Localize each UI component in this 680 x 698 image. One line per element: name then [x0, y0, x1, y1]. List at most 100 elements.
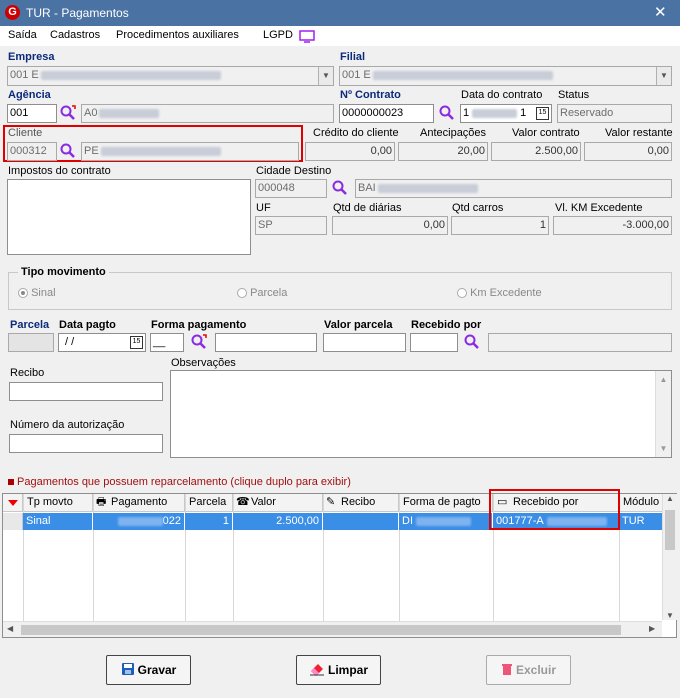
scroll-right-icon[interactable]: ▶	[649, 624, 655, 633]
radio-icon	[237, 288, 247, 299]
blurred-text	[472, 108, 518, 118]
data-contrato-label: Data do contrato	[461, 89, 543, 101]
recebido-por-label: Recebido por	[411, 319, 482, 331]
filial-select[interactable]: 001 E ▼	[339, 66, 672, 86]
cell-parcela: 1	[185, 513, 233, 530]
scroll-down-icon[interactable]: ▼	[656, 440, 671, 457]
search-icon[interactable]	[464, 334, 480, 350]
scroll-thumb[interactable]	[21, 625, 621, 635]
calendar-icon[interactable]: 15	[536, 107, 549, 120]
receipt-icon: ✎	[326, 496, 336, 508]
printer-icon: 🖶	[96, 496, 107, 508]
valor-restante-field: 0,00	[584, 142, 672, 161]
filial-label: Filial	[340, 51, 366, 63]
limpar-button[interactable]: Limpar	[296, 655, 381, 685]
col-tp-movto[interactable]: Tp movto	[23, 494, 93, 512]
data-pagto-field[interactable]: / / 15	[58, 333, 146, 352]
forma-pagamento-code[interactable]: __	[150, 333, 184, 352]
cliente-label: Cliente	[8, 127, 43, 139]
col-recibo-label: Recibo	[341, 496, 376, 508]
impostos-list[interactable]	[7, 179, 251, 255]
row-indicator[interactable]	[3, 513, 23, 530]
col-forma-pagto[interactable]: Forma de pagto	[399, 494, 493, 512]
radio-sinal[interactable]: Sinal	[18, 287, 56, 299]
data-contrato-value: 1	[463, 107, 470, 119]
search-icon[interactable]	[191, 334, 207, 350]
recebido-por-code[interactable]	[410, 333, 458, 352]
chevron-down-icon[interactable]: ▼	[656, 67, 671, 85]
observacoes-field[interactable]: ▲ ▼	[170, 370, 672, 458]
agencia-name-field: A0	[81, 104, 334, 123]
table-hscroll[interactable]: ◀ ▶	[3, 621, 662, 637]
data-contrato-suffix: 1	[520, 107, 527, 119]
col-valor[interactable]: ☎ Valor	[233, 494, 323, 512]
menu-lgpd[interactable]: LGPD	[263, 29, 293, 41]
recebido-por-name	[488, 333, 672, 352]
radio-parcela[interactable]: Parcela	[237, 287, 287, 299]
credito-field: 0,00	[305, 142, 395, 161]
radio-sinal-label: Sinal	[31, 287, 56, 299]
menu-procedimentos[interactable]: Procedimentos auxiliares	[116, 29, 239, 41]
qtd-carros-field: 1	[451, 216, 549, 235]
uf-field: SP	[255, 216, 327, 235]
scroll-left-icon[interactable]: ◀	[7, 624, 13, 633]
scroll-thumb[interactable]	[665, 510, 675, 550]
col-recibo[interactable]: ✎ Recibo	[323, 494, 399, 512]
monitor-icon[interactable]	[299, 30, 315, 43]
menu-saida[interactable]: Saída	[8, 29, 37, 41]
col-parcela[interactable]: Parcela	[185, 494, 233, 512]
gravar-label: Gravar	[137, 663, 177, 677]
scroll-down-icon[interactable]: ▼	[663, 611, 677, 620]
app-logo-icon: G	[5, 5, 20, 20]
search-icon[interactable]	[60, 143, 76, 159]
empresa-value: 001 E	[10, 69, 39, 81]
vl-km-field: -3.000,00	[553, 216, 672, 235]
gravar-button[interactable]: Gravar	[106, 655, 191, 685]
agencia-label: Agência	[8, 89, 51, 101]
col-pagamento[interactable]: 🖶 Pagamento	[93, 494, 185, 512]
scroll-up-icon[interactable]: ▲	[656, 371, 671, 388]
vl-km-label: Vl. KM Excedente	[555, 202, 643, 214]
search-icon[interactable]	[60, 105, 76, 121]
scrollbar[interactable]: ▲ ▼	[655, 371, 671, 457]
table-vscroll[interactable]: ▲ ▼	[662, 494, 677, 620]
contrato-field[interactable]: 0000000023	[339, 104, 434, 123]
window-title: TUR - Pagamentos	[26, 6, 129, 20]
radio-km-label: Km Excedente	[470, 287, 542, 299]
valor-parcela-label: Valor parcela	[324, 319, 393, 331]
radio-km-excedente[interactable]: Km Excedente	[457, 287, 542, 299]
close-icon[interactable]: ✕	[654, 3, 667, 21]
antecipacoes-label: Antecipações	[420, 127, 487, 139]
blurred-text	[416, 516, 471, 526]
autorizacao-field[interactable]	[9, 434, 163, 453]
col-modulo[interactable]: Módulo p	[619, 494, 663, 512]
reparcelamento-note: Pagamentos que possuem reparcelamento (c…	[17, 476, 351, 488]
forma-pagamento-desc[interactable]	[215, 333, 317, 352]
parcela-label: Parcela	[10, 319, 50, 331]
data-pagto-value: / /	[65, 336, 75, 348]
cidade-destino-label: Cidade Destino	[256, 165, 332, 177]
blurred-text	[117, 516, 163, 526]
status-field: Reservado	[557, 104, 672, 123]
search-icon[interactable]	[439, 105, 455, 121]
recibo-field[interactable]	[9, 382, 163, 401]
menu-cadastros[interactable]: Cadastros	[50, 29, 100, 41]
empresa-select[interactable]: 001 E ▼	[7, 66, 334, 86]
blurred-text	[100, 146, 221, 156]
credito-label: Crédito do cliente	[313, 127, 399, 139]
search-icon[interactable]	[332, 180, 348, 196]
data-contrato-field[interactable]: 1 1 15	[460, 104, 552, 123]
cidade-name: BAI	[358, 182, 376, 194]
cliente-code-field: 000312	[7, 142, 57, 161]
agencia-code-field[interactable]: 001	[7, 104, 57, 123]
valor-parcela-field[interactable]	[323, 333, 406, 352]
contrato-label: Nº Contrato	[340, 89, 401, 101]
cell-pagamento: 022	[93, 513, 185, 530]
scroll-up-icon[interactable]: ▲	[663, 494, 677, 508]
calendar-icon[interactable]: 15	[130, 336, 143, 349]
cell-recibo	[323, 513, 399, 530]
qtd-diarias-field: 0,00	[332, 216, 448, 235]
excluir-button[interactable]: Excluir	[486, 655, 571, 685]
chevron-down-icon[interactable]: ▼	[318, 67, 333, 85]
table-corner[interactable]	[3, 494, 23, 512]
